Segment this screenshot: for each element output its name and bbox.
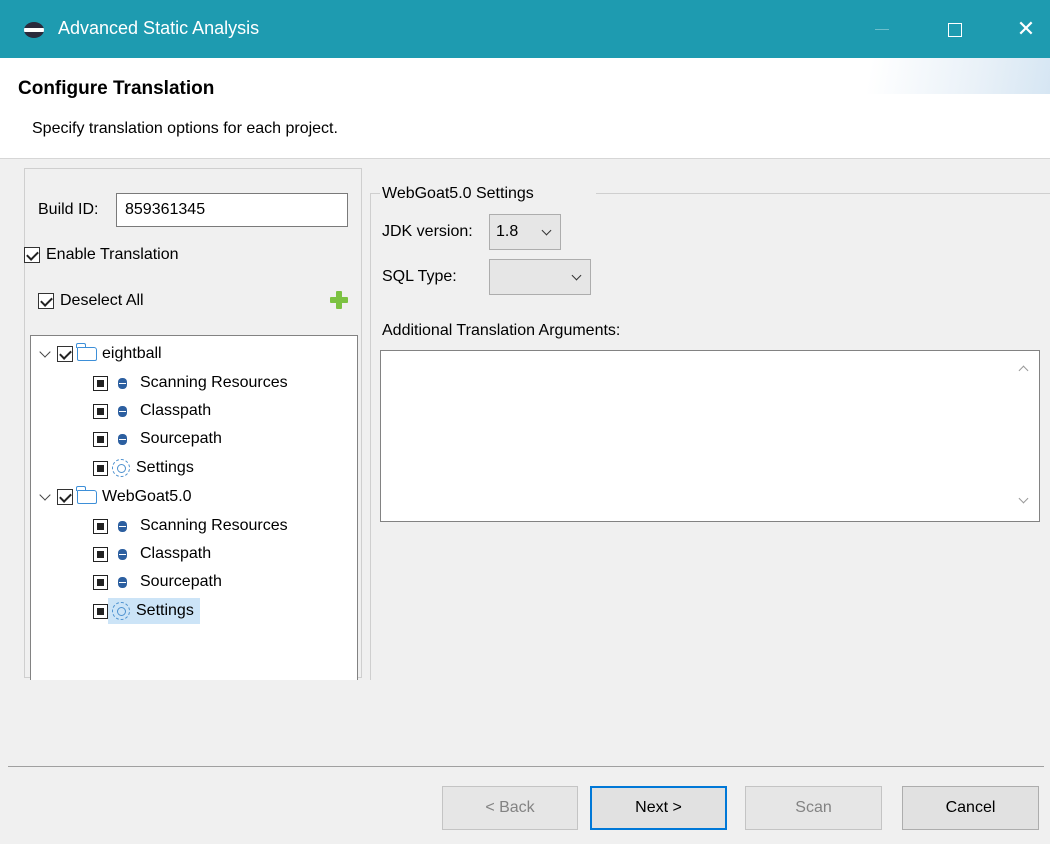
- enable-translation-check-icon: [24, 247, 40, 263]
- enable-translation-label: Enable Translation: [46, 246, 179, 263]
- gear-icon: [112, 459, 130, 477]
- minimize-button[interactable]: [862, 14, 902, 44]
- plus-icon[interactable]: [330, 291, 348, 309]
- item-checkbox[interactable]: [93, 574, 108, 590]
- minimize-icon: [875, 29, 889, 31]
- chevron-down-icon[interactable]: [39, 488, 51, 501]
- resource-icon: [118, 520, 127, 532]
- jdk-version-select[interactable]: 1.8: [489, 214, 561, 250]
- wizard-header: Configure Translation Specify translatio…: [0, 58, 1050, 158]
- settings-group-border-top: [596, 193, 1050, 194]
- maximize-button[interactable]: [935, 14, 975, 44]
- tree-item-selected[interactable]: Settings: [93, 598, 200, 624]
- tree-item-label: Classpath: [140, 545, 212, 562]
- header-banner: [810, 58, 1050, 94]
- chevron-down-icon: [541, 225, 552, 236]
- deselect-all-label: Deselect All: [60, 292, 144, 309]
- folder-icon: [76, 486, 97, 504]
- tree-item[interactable]: Classpath: [93, 398, 211, 424]
- additional-args-label: Additional Translation Arguments:: [382, 322, 621, 339]
- tree-item-label: Sourcepath: [140, 573, 222, 590]
- settings-group-title: WebGoat5.0 Settings: [382, 185, 538, 203]
- build-id-label: Build ID:: [38, 201, 99, 218]
- close-icon: ✕: [1016, 16, 1036, 41]
- deselect-all-check-icon: [38, 293, 54, 309]
- scroll-up-icon[interactable]: [1018, 365, 1029, 376]
- tree-item[interactable]: Settings: [93, 455, 194, 481]
- resource-icon: [118, 548, 127, 560]
- next-button[interactable]: Next >: [590, 786, 727, 830]
- tree-item[interactable]: Sourcepath: [93, 569, 222, 595]
- maximize-icon: [948, 22, 962, 37]
- tree-item-label: Settings: [136, 602, 194, 619]
- jdk-version-label: JDK version:: [382, 223, 473, 240]
- window-title: Advanced Static Analysis: [58, 18, 260, 38]
- item-checkbox[interactable]: [93, 546, 108, 562]
- back-button[interactable]: < Back: [442, 786, 578, 830]
- scan-button[interactable]: Scan: [745, 786, 882, 830]
- cancel-button[interactable]: Cancel: [902, 786, 1039, 830]
- tree-project-eightball[interactable]: eightball: [39, 341, 162, 367]
- folder-icon: [76, 343, 97, 361]
- resource-icon: [118, 377, 127, 389]
- project-tree[interactable]: eightball Scanning Resources Classpath S…: [30, 335, 358, 680]
- eclipse-app-icon: [24, 22, 44, 38]
- project-checkbox[interactable]: [57, 489, 73, 505]
- item-checkbox[interactable]: [93, 375, 108, 391]
- tree-item[interactable]: Scanning Resources: [93, 370, 288, 396]
- tree-item[interactable]: Sourcepath: [93, 426, 222, 452]
- tree-item[interactable]: Classpath: [93, 541, 211, 567]
- gear-icon: [112, 602, 130, 620]
- window-titlebar: Advanced Static Analysis ✕: [0, 0, 1050, 58]
- tree-item-label: Scanning Resources: [140, 517, 288, 534]
- item-checkbox[interactable]: [93, 603, 108, 619]
- item-checkbox[interactable]: [93, 460, 108, 476]
- scroll-down-icon[interactable]: [1018, 493, 1029, 504]
- tree-project-webgoat[interactable]: WebGoat5.0: [39, 484, 192, 510]
- tree-item-label: Classpath: [140, 402, 212, 419]
- footer-separator: [8, 766, 1044, 767]
- item-checkbox[interactable]: [93, 518, 108, 534]
- enable-translation-checkbox[interactable]: Enable Translation: [24, 246, 179, 264]
- tree-item-label: Settings: [136, 459, 194, 476]
- sql-type-label: SQL Type:: [382, 268, 457, 285]
- sql-type-select[interactable]: [489, 259, 591, 295]
- deselect-all-checkbox[interactable]: Deselect All: [38, 292, 144, 310]
- page-description: Specify translation options for each pro…: [32, 120, 338, 137]
- page-title: Configure Translation: [18, 78, 215, 99]
- item-checkbox[interactable]: [93, 403, 108, 419]
- jdk-version-value: 1.8: [496, 223, 519, 240]
- close-button[interactable]: ✕: [1006, 14, 1046, 44]
- tree-item[interactable]: Scanning Resources: [93, 513, 288, 539]
- chevron-down-icon: [571, 270, 582, 281]
- settings-group-border: [370, 193, 380, 680]
- tree-item-label: Scanning Resources: [140, 374, 288, 391]
- additional-args-textarea[interactable]: [380, 350, 1040, 522]
- project-name: WebGoat5.0: [102, 488, 192, 505]
- build-id-input[interactable]: [116, 193, 348, 227]
- resource-icon: [118, 576, 127, 588]
- project-checkbox[interactable]: [57, 346, 73, 362]
- resource-icon: [118, 405, 127, 417]
- chevron-down-icon[interactable]: [39, 345, 51, 358]
- resource-icon: [118, 433, 127, 445]
- item-checkbox[interactable]: [93, 431, 108, 447]
- project-name: eightball: [102, 345, 162, 362]
- tree-item-label: Sourcepath: [140, 430, 222, 447]
- selected-highlight: Settings: [108, 598, 200, 624]
